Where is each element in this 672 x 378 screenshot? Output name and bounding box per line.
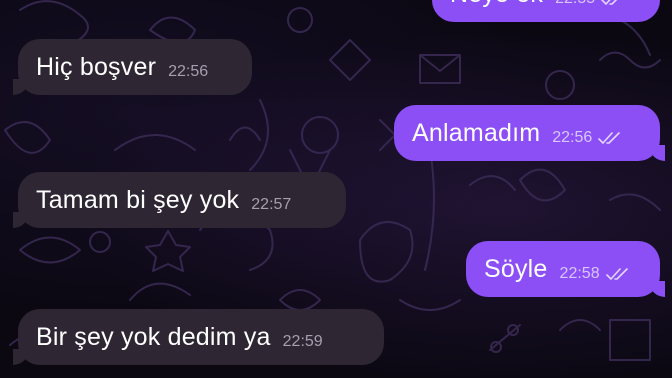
message-text: Anlamadım [412, 118, 541, 147]
message-text: Hiç boşver [36, 52, 157, 81]
message-text: Tamam bi şey yok [36, 185, 240, 214]
message-bubble-outgoing[interactable]: Anlamadım 22:56 [394, 105, 665, 161]
message-time: 22:59 [282, 333, 323, 350]
message-bubble-outgoing[interactable]: Neye ok 22:55 [432, 0, 660, 22]
read-double-check-icon [605, 268, 628, 280]
message-time: 22:56 [552, 129, 593, 146]
message-text: Bir şey yok dedim ya [36, 322, 271, 351]
message-bubble-incoming[interactable]: Bir şey yok dedim ya 22:59 [13, 309, 384, 365]
message-bubble-outgoing[interactable]: Söyle 22:58 [466, 241, 665, 297]
read-double-check-icon [601, 0, 618, 5]
message-time: 22:58 [559, 265, 600, 282]
message-time: 22:56 [168, 63, 209, 80]
message-bubble-incoming[interactable]: Hiç boşver 22:56 [13, 39, 252, 95]
read-double-check-icon [598, 132, 621, 144]
message-bubble-incoming[interactable]: Tamam bi şey yok 22:57 [13, 172, 346, 228]
message-time: 22:55 [555, 0, 595, 8]
message-text: Söyle [484, 254, 548, 283]
message-time: 22:57 [251, 196, 292, 213]
message-text: Neye ok [450, 0, 543, 9]
